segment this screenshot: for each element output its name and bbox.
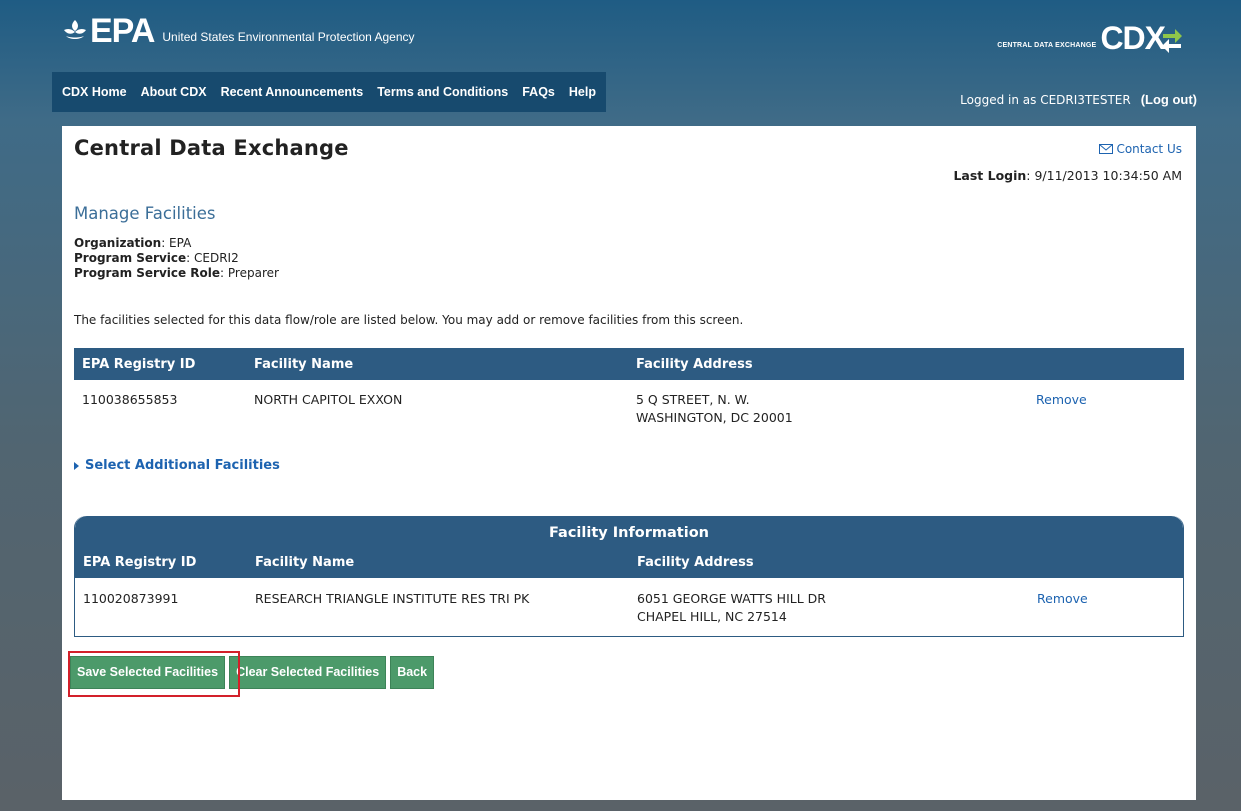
organization-line: Organization: EPA [74,236,279,251]
organization-value: : EPA [161,236,192,250]
column-header-facility-name: Facility Name [247,546,629,578]
cdx-subtitle: CENTRAL DATA EXCHANGE [997,42,1097,49]
selected-facilities-table: EPA Registry ID Facility Name Facility A… [74,348,1184,437]
column-header-action [1029,546,1183,578]
back-button[interactable]: Back [390,656,435,689]
address-line-1: 5 Q STREET, N. W. [636,392,750,407]
epa-wordmark: EPA [62,12,155,50]
column-header-action [1028,348,1184,380]
column-header-registry-id: EPA Registry ID [74,348,246,380]
nav-faqs[interactable]: FAQs [522,85,555,99]
address-line-2: WASHINGTON, DC 20001 [636,410,793,425]
nav-about-cdx[interactable]: About CDX [141,85,207,99]
main-content-panel: Central Data Exchange Contact Us Last Lo… [62,126,1196,800]
expand-triangle-icon [74,461,79,470]
facility-information-panel: Facility Information EPA Registry ID Fac… [74,516,1184,637]
program-role-line: Program Service Role: Preparer [74,266,279,281]
remove-link[interactable]: Remove [1036,392,1087,407]
column-header-facility-address: Facility Address [628,348,1028,380]
column-header-facility-name: Facility Name [246,348,628,380]
last-login-value: : 9/11/2013 10:34:50 AM [1026,168,1182,183]
program-service-line: Program Service: CEDRI2 [74,251,279,266]
column-header-registry-id: EPA Registry ID [75,546,247,578]
select-additional-facilities-link[interactable]: Select Additional Facilities [74,458,280,473]
cdx-arrows-icon [1162,29,1182,53]
cell-facility-address: 5 Q STREET, N. W. WASHINGTON, DC 20001 [628,380,1028,437]
cell-action: Remove [1028,380,1184,437]
last-login: Last Login: 9/11/2013 10:34:50 AM [953,168,1182,183]
epa-flower-icon [64,20,86,39]
nav-help[interactable]: Help [569,85,596,99]
select-additional-label: Select Additional Facilities [85,458,280,473]
site-header: EPA United States Environmental Protecti… [0,0,1241,72]
cell-registry-id: 110020873991 [83,591,179,606]
top-navigation: CDX Home About CDX Recent Announcements … [0,72,1241,114]
cell-facility-name: RESEARCH TRIANGLE INSTITUTE RES TRI PK [255,591,530,606]
agency-name: United States Environmental Protection A… [162,30,415,44]
table-header-row: EPA Registry ID Facility Name Facility A… [75,546,1183,578]
epa-logo[interactable]: EPA United States Environmental Protecti… [62,14,415,48]
cell-facility-address: 6051 GEORGE WATTS HILL DR CHAPEL HILL, N… [629,578,1029,636]
cell-registry-id: 110038655853 [82,392,178,407]
section-title: Manage Facilities [74,204,216,223]
cdx-logo[interactable]: CENTRAL DATA EXCHANGE CDX [997,22,1183,54]
table-header-row: EPA Registry ID Facility Name Facility A… [74,348,1184,380]
nav-menu: CDX Home About CDX Recent Announcements … [52,72,606,112]
service-details: Organization: EPA Program Service: CEDRI… [74,236,279,281]
epa-logo-text: EPA [90,12,155,50]
program-role-value: : Preparer [220,266,279,280]
column-header-facility-address: Facility Address [629,546,1029,578]
organization-label: Organization [74,236,162,250]
program-service-label: Program Service [74,251,187,265]
nav-recent-announcements[interactable]: Recent Announcements [221,85,364,99]
user-status: Logged in as CEDRI3TESTER (Log out) [960,92,1197,107]
cell-facility-name: NORTH CAPITOL EXXON [254,392,403,407]
nav-cdx-home[interactable]: CDX Home [62,85,127,99]
page-title: Central Data Exchange [74,136,349,160]
clear-selected-facilities-button[interactable]: Clear Selected Facilities [229,656,387,689]
table-row: 110020873991 RESEARCH TRIANGLE INSTITUTE… [75,578,1183,636]
contact-us-link[interactable]: Contact Us [1099,142,1182,156]
action-buttons: Save Selected Facilities Clear Selected … [68,651,438,697]
table-row: 110038655853 NORTH CAPITOL EXXON 5 Q STR… [74,380,1184,437]
logout-link[interactable]: (Log out) [1141,92,1197,107]
envelope-icon [1099,144,1114,154]
remove-link[interactable]: Remove [1037,591,1088,606]
address-line-1: 6051 GEORGE WATTS HILL DR [637,591,826,606]
highlight-box [68,651,240,697]
description-text: The facilities selected for this data fl… [74,313,744,327]
facility-information-caption: Facility Information [75,516,1183,546]
program-service-value: : CEDRI2 [186,251,239,265]
facility-information-table: EPA Registry ID Facility Name Facility A… [75,546,1183,636]
program-role-label: Program Service Role [74,266,221,280]
contact-us-label: Contact Us [1116,142,1182,156]
cdx-wordmark: CDX [1100,20,1166,56]
nav-terms-and-conditions[interactable]: Terms and Conditions [377,85,508,99]
logged-in-text: Logged in as CEDRI3TESTER [960,93,1131,107]
address-line-2: CHAPEL HILL, NC 27514 [637,609,787,624]
last-login-label: Last Login [953,168,1027,183]
cell-action: Remove [1029,578,1183,636]
